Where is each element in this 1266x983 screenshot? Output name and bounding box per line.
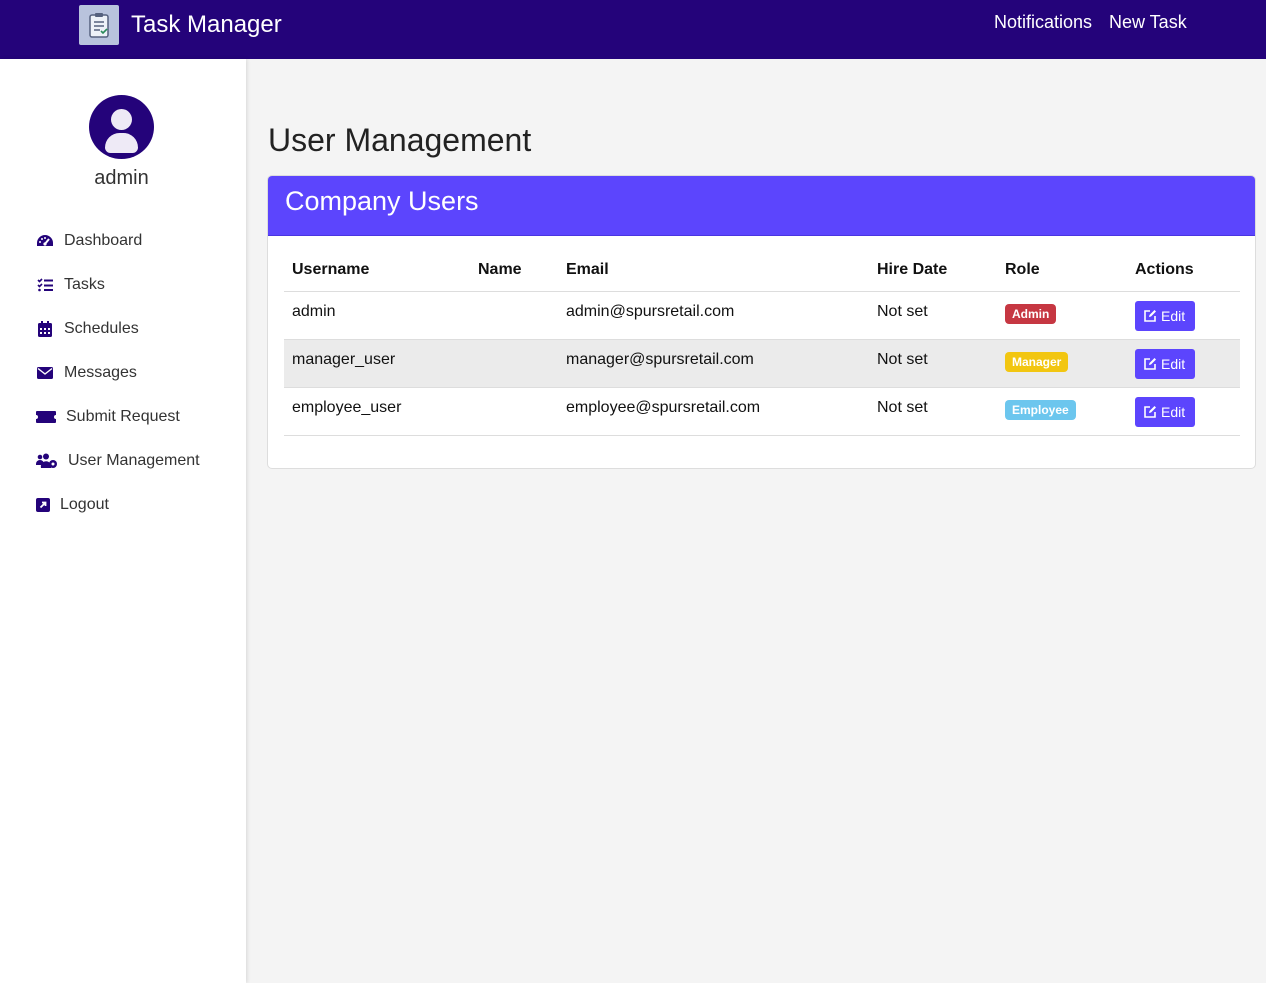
cell-username: admin xyxy=(284,291,470,340)
column-header-username: Username xyxy=(284,252,470,292)
edit-button-label: Edit xyxy=(1161,403,1186,420)
sidebar-item-label: Tasks xyxy=(64,276,105,293)
column-header-email: Email xyxy=(558,252,869,292)
role-badge-manager: Manager xyxy=(1005,351,1069,372)
sidebar-item-messages[interactable]: Messages xyxy=(36,351,200,395)
sidebar: admin Dashboard Tasks Schedules Messages xyxy=(0,59,246,983)
ticket-icon xyxy=(36,408,56,426)
sidebar-item-tasks[interactable]: Tasks xyxy=(36,263,200,307)
cell-role: Manager xyxy=(997,339,1127,388)
column-header-name: Name xyxy=(470,252,558,292)
new-task-link[interactable]: New Task xyxy=(1109,12,1187,32)
cell-role: Admin xyxy=(997,291,1127,340)
sidebar-item-label: Dashboard xyxy=(64,232,143,249)
sidebar-item-logout[interactable]: Logout xyxy=(36,483,200,527)
card-title: Company Users xyxy=(285,186,479,216)
table-header-row: Username Name Email Hire Date Role Actio… xyxy=(284,252,1240,292)
sidebar-menu: Dashboard Tasks Schedules Messages Submi… xyxy=(36,219,200,527)
company-users-card: Company Users Username Name Email Hire D… xyxy=(267,175,1256,469)
cell-actions: Edit xyxy=(1127,291,1240,340)
sidebar-item-label: Schedules xyxy=(64,320,139,337)
cell-email: admin@spursretail.com xyxy=(558,291,869,340)
role-badge-employee: Employee xyxy=(1005,399,1076,420)
cell-actions: Edit xyxy=(1127,387,1240,436)
cell-username: manager_user xyxy=(284,339,470,388)
cell-email: manager@spursretail.com xyxy=(558,339,869,388)
external-link-icon xyxy=(36,496,50,514)
cell-name xyxy=(470,339,558,388)
sidebar-username: admin xyxy=(94,167,149,189)
cell-email: employee@spursretail.com xyxy=(558,387,869,436)
user-circle-icon xyxy=(89,95,154,159)
edit-user-button[interactable]: Edit xyxy=(1135,300,1195,331)
table-row: manager_user manager@spursretail.com Not… xyxy=(284,339,1240,388)
column-header-role: Role xyxy=(997,252,1127,292)
top-navbar: Task Manager Notifications New Task xyxy=(0,0,1266,59)
edit-icon xyxy=(1144,309,1156,322)
column-header-actions: Actions xyxy=(1127,252,1240,292)
tasks-list-icon xyxy=(36,276,54,294)
cell-name xyxy=(470,291,558,340)
users-table-wrapper: Username Name Email Hire Date Role Actio… xyxy=(284,252,1240,436)
edit-user-button[interactable]: Edit xyxy=(1135,396,1195,427)
sidebar-item-dashboard[interactable]: Dashboard xyxy=(36,219,200,263)
clipboard-list-icon xyxy=(79,5,119,45)
cell-role: Employee xyxy=(997,387,1127,436)
users-table: Username Name Email Hire Date Role Actio… xyxy=(284,252,1240,436)
table-row: employee_user employee@spursretail.com N… xyxy=(284,387,1240,436)
role-badge-admin: Admin xyxy=(1005,303,1057,324)
page-title: User Management xyxy=(268,122,532,158)
cell-hire-date: Not set xyxy=(869,387,997,436)
notifications-link[interactable]: Notifications xyxy=(994,12,1092,32)
app-title: Task Manager xyxy=(131,11,282,38)
tachometer-icon xyxy=(36,232,54,250)
cell-hire-date: Not set xyxy=(869,339,997,388)
calendar-icon xyxy=(36,320,54,338)
sidebar-item-label: Messages xyxy=(64,364,137,381)
edit-button-label: Edit xyxy=(1161,355,1186,372)
card-header: Company Users xyxy=(268,176,1255,236)
brand[interactable]: Task Manager xyxy=(79,5,282,45)
edit-button-label: Edit xyxy=(1161,307,1186,324)
sidebar-item-label: Logout xyxy=(60,496,109,513)
sidebar-item-user-management[interactable]: User Management xyxy=(36,439,200,483)
sidebar-item-schedules[interactable]: Schedules xyxy=(36,307,200,351)
column-header-hire-date: Hire Date xyxy=(869,252,997,292)
sidebar-item-submit-request[interactable]: Submit Request xyxy=(36,395,200,439)
cell-actions: Edit xyxy=(1127,339,1240,388)
sidebar-item-label: Submit Request xyxy=(66,408,180,425)
table-row: admin admin@spursretail.com Not set Admi… xyxy=(284,291,1240,340)
envelope-icon xyxy=(36,364,54,382)
edit-icon xyxy=(1144,357,1156,370)
sidebar-item-label: User Management xyxy=(68,452,200,469)
cell-hire-date: Not set xyxy=(869,291,997,340)
edit-icon xyxy=(1144,405,1156,418)
users-cog-icon xyxy=(36,452,58,470)
cell-username: employee_user xyxy=(284,387,470,436)
cell-name xyxy=(470,387,558,436)
edit-user-button[interactable]: Edit xyxy=(1135,348,1195,379)
